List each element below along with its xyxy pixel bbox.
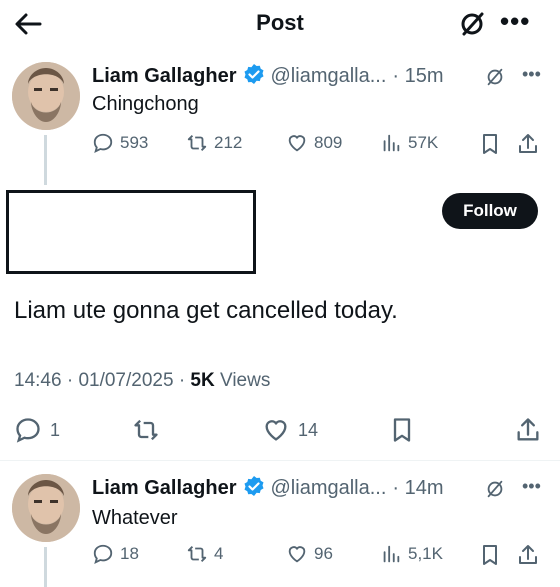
reply-button[interactable]: 1 bbox=[14, 416, 60, 444]
reply-icon bbox=[93, 133, 113, 153]
author-name[interactable]: Liam Gallagher bbox=[92, 65, 237, 88]
share-button[interactable] bbox=[514, 416, 542, 444]
analytics-icon bbox=[383, 545, 400, 563]
reply-button[interactable]: 18 bbox=[92, 543, 139, 565]
repost-button[interactable]: 212 bbox=[186, 132, 242, 154]
redacted-author-box bbox=[6, 190, 256, 274]
post-text: Liam ute gonna get cancelled today. bbox=[14, 297, 398, 324]
repost-button[interactable]: 4 bbox=[186, 543, 223, 565]
reply-icon bbox=[93, 544, 113, 564]
post-text: Whatever bbox=[92, 507, 178, 529]
reply-button[interactable]: 593 bbox=[92, 132, 148, 154]
share-button[interactable] bbox=[516, 132, 540, 161]
like-button[interactable]: 14 bbox=[262, 416, 318, 444]
views-count: 5K bbox=[190, 370, 215, 391]
heart-icon bbox=[265, 420, 287, 441]
views-label: Views bbox=[220, 370, 271, 391]
post-text: Chingchong bbox=[92, 93, 199, 115]
views-button[interactable]: 57K bbox=[380, 132, 438, 154]
repost-count: 212 bbox=[214, 133, 243, 152]
share-icon bbox=[519, 134, 537, 153]
bookmark-icon bbox=[483, 545, 497, 565]
like-button[interactable]: 96 bbox=[286, 543, 333, 565]
reply-count: 1 bbox=[50, 419, 61, 440]
post-time[interactable]: 14:46 bbox=[14, 370, 62, 391]
post-meta: 14:46 · 01/07/2025 · 5K Views bbox=[14, 370, 271, 391]
author-handle[interactable]: @liamgalla... bbox=[271, 65, 387, 88]
grok-icon[interactable] bbox=[456, 8, 488, 40]
repost-icon bbox=[134, 419, 158, 441]
divider bbox=[0, 460, 560, 461]
more-options-icon[interactable]: ••• bbox=[522, 476, 541, 497]
like-count: 14 bbox=[298, 419, 319, 440]
repost-icon bbox=[187, 135, 207, 151]
reply-count: 593 bbox=[120, 133, 149, 152]
post-date[interactable]: 01/07/2025 bbox=[78, 370, 173, 391]
heart-icon bbox=[288, 135, 306, 152]
share-button[interactable] bbox=[516, 543, 540, 572]
thread-line bbox=[44, 547, 47, 587]
like-count: 809 bbox=[314, 133, 343, 152]
like-button[interactable]: 809 bbox=[286, 132, 342, 154]
repost-icon bbox=[187, 546, 207, 562]
views-count: 57K bbox=[408, 133, 439, 152]
share-icon bbox=[517, 418, 539, 441]
more-options-icon[interactable]: ••• bbox=[522, 64, 541, 85]
heart-icon bbox=[288, 546, 306, 563]
grok-icon[interactable] bbox=[484, 478, 506, 505]
bookmark-icon bbox=[483, 134, 497, 154]
repost-count: 4 bbox=[214, 544, 224, 563]
reply-header: Liam Gallagher @liamgalla... · 14m bbox=[92, 475, 444, 502]
post-time: · 15m bbox=[392, 65, 444, 87]
follow-button[interactable]: Follow bbox=[442, 193, 538, 229]
avatar[interactable] bbox=[12, 474, 80, 542]
reply-count: 18 bbox=[120, 544, 139, 563]
views-button[interactable]: 5,1K bbox=[380, 543, 443, 565]
bookmark-icon bbox=[393, 418, 411, 442]
repost-button[interactable] bbox=[132, 416, 160, 444]
reply-header: Liam Gallagher @liamgalla... · 15m bbox=[92, 63, 444, 90]
verified-badge-icon bbox=[243, 63, 265, 90]
analytics-icon bbox=[383, 134, 400, 152]
views-count: 5,1K bbox=[408, 544, 443, 563]
thread-line bbox=[44, 135, 47, 185]
grok-icon[interactable] bbox=[484, 66, 506, 93]
avatar[interactable] bbox=[12, 62, 80, 130]
bookmark-button[interactable] bbox=[388, 416, 416, 444]
share-icon bbox=[519, 545, 537, 564]
reply-icon bbox=[16, 418, 40, 443]
more-options-icon[interactable]: ••• bbox=[500, 6, 530, 37]
verified-badge-icon bbox=[243, 475, 265, 502]
like-count: 96 bbox=[314, 544, 333, 563]
author-handle[interactable]: @liamgalla... bbox=[271, 477, 387, 500]
bookmark-button[interactable] bbox=[478, 132, 502, 161]
post-time: · 14m bbox=[392, 477, 444, 499]
bookmark-button[interactable] bbox=[478, 543, 502, 572]
author-name[interactable]: Liam Gallagher bbox=[92, 477, 237, 500]
